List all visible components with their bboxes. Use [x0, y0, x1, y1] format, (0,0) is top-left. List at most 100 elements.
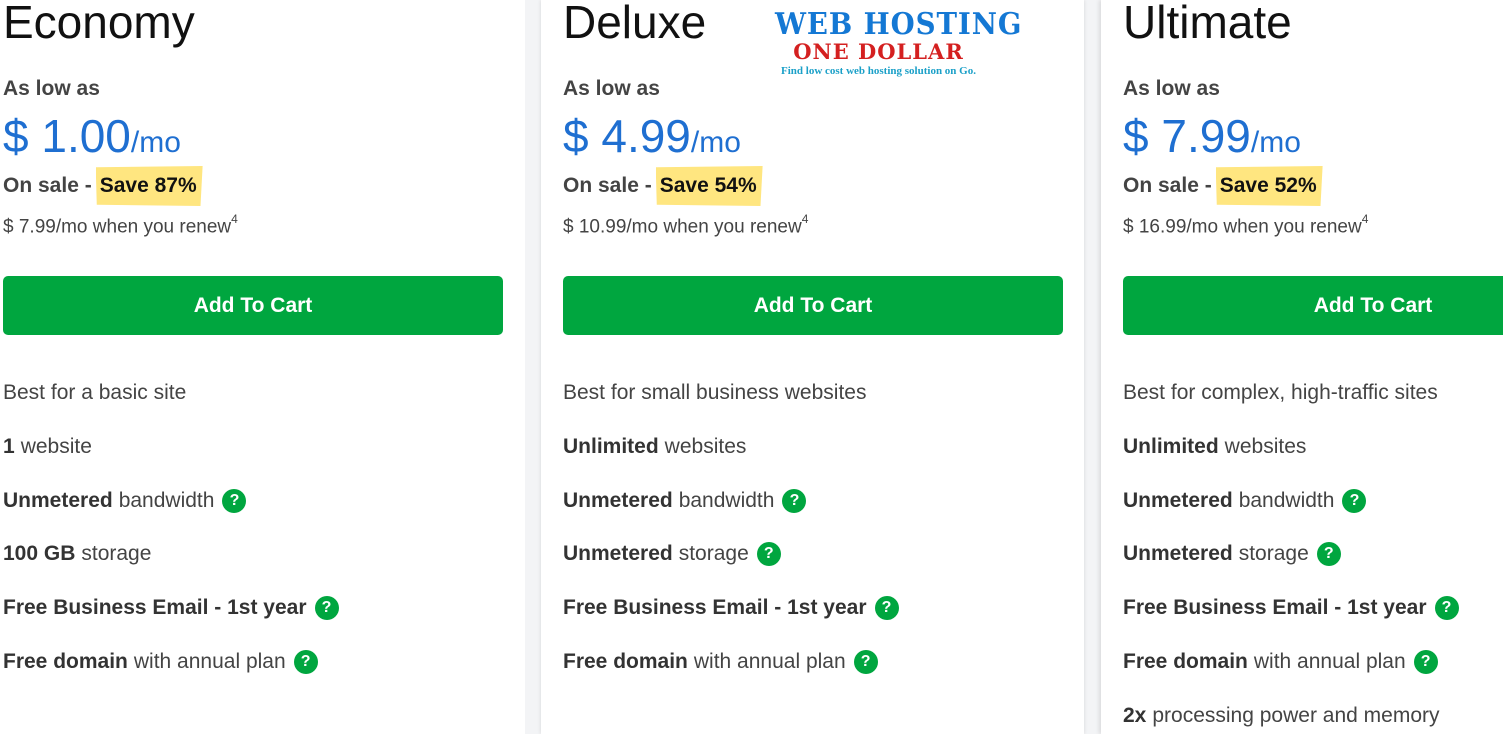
- feature-text: bandwidth: [118, 489, 215, 512]
- renew-text: $ 10.99/mo when you renew: [563, 216, 802, 238]
- price-amount: $ 7.99: [1123, 110, 1251, 162]
- add-to-cart-button[interactable]: Add To Cart: [3, 276, 503, 335]
- feature-highlight: 100 GB: [3, 542, 76, 565]
- feature-text: processing power and memory: [1152, 704, 1440, 727]
- help-question-icon[interactable]: ?: [1342, 489, 1367, 513]
- renew-text: $ 16.99/mo when you renew: [1123, 216, 1362, 238]
- price-period: /mo: [130, 126, 181, 159]
- feature-item: Unmetered storage?: [1123, 539, 1341, 569]
- feature-highlight: Free Business Email - 1st year: [1123, 596, 1427, 619]
- feature-highlight: Free domain: [563, 650, 688, 673]
- feature-highlight: Free Business Email - 1st year: [563, 596, 867, 619]
- save-badge: Save 54%: [655, 166, 763, 206]
- feature-text: storage: [81, 542, 152, 565]
- feature-text: Best for complex, high-traffic sites: [1123, 381, 1438, 404]
- feature-highlight: Unmetered: [1123, 542, 1233, 565]
- feature-text: storage: [678, 542, 749, 565]
- feature-highlight: Free domain: [1123, 650, 1248, 673]
- feature-item: Unmetered bandwidth?: [1123, 486, 1367, 516]
- feature-item: 2x processing power and memory: [1123, 701, 1440, 731]
- feature-highlight: Unmetered: [1123, 489, 1233, 512]
- sale-line: On sale - Save 87%: [3, 165, 203, 207]
- feature-item: Unmetered bandwidth?: [3, 486, 247, 516]
- feature-item: Unlimited websites: [1123, 432, 1306, 462]
- plan-name: Ultimate: [1123, 0, 1292, 48]
- feature-highlight: 2x: [1123, 704, 1147, 727]
- on-sale-label: On sale -: [1123, 174, 1212, 197]
- feature-highlight: Unlimited: [563, 435, 659, 458]
- logo-subtitle: ONE DOLLAR: [793, 39, 964, 64]
- renew-footnote: 4: [231, 212, 238, 226]
- help-question-icon[interactable]: ?: [1413, 650, 1438, 674]
- logo-title: WEB HOSTING: [775, 7, 1023, 42]
- feature-highlight: Unlimited: [1123, 435, 1219, 458]
- feature-item: Free Business Email - 1st year?: [3, 593, 339, 623]
- feature-item: Free Business Email - 1st year?: [1123, 593, 1459, 623]
- feature-text: with annual plan: [133, 650, 286, 673]
- price-period: /mo: [1250, 126, 1301, 159]
- feature-item: Free domain with annual plan?: [563, 647, 878, 677]
- feature-text: with annual plan: [1253, 650, 1406, 673]
- as-low-as-label: As low as: [563, 77, 660, 100]
- add-to-cart-button[interactable]: Add To Cart: [563, 276, 1063, 335]
- help-question-icon[interactable]: ?: [874, 596, 899, 620]
- feature-highlight: 1: [3, 435, 15, 458]
- feature-item: Free domain with annual plan?: [3, 647, 318, 677]
- feature-item: Unmetered bandwidth?: [563, 486, 807, 516]
- on-sale-label: On sale -: [563, 174, 652, 197]
- help-question-icon[interactable]: ?: [1316, 542, 1341, 566]
- renew-price: $ 16.99/mo when you renew4: [1123, 212, 1369, 238]
- plan-name: Economy: [3, 0, 195, 48]
- price-amount: $ 4.99: [563, 110, 691, 162]
- renew-price: $ 10.99/mo when you renew4: [563, 212, 809, 238]
- feature-text: with annual plan: [693, 650, 846, 673]
- feature-item: Unlimited websites: [563, 432, 746, 462]
- help-question-icon[interactable]: ?: [293, 650, 318, 674]
- pricing-page: Economy As low as $ 1.00/mo On sale - Sa…: [0, 0, 1503, 734]
- feature-text: websites: [664, 435, 747, 458]
- feature-text: Best for small business websites: [563, 381, 867, 404]
- price-period: /mo: [690, 126, 741, 159]
- feature-highlight: Unmetered: [3, 489, 113, 512]
- feature-item: Unmetered storage?: [563, 539, 781, 569]
- feature-item: Free domain with annual plan?: [1123, 647, 1438, 677]
- feature-item: Best for complex, high-traffic sites: [1123, 378, 1438, 408]
- as-low-as-label: As low as: [3, 77, 100, 100]
- help-question-icon[interactable]: ?: [314, 596, 339, 620]
- help-question-icon[interactable]: ?: [222, 489, 247, 513]
- renew-text: $ 7.99/mo when you renew: [3, 216, 232, 238]
- plan-card-ultimate: Ultimate As low as $ 7.99/mo On sale - S…: [1101, 0, 1503, 734]
- plan-card-deluxe: Deluxe As low as $ 4.99/mo On sale - Sav…: [541, 0, 1084, 734]
- help-question-icon[interactable]: ?: [853, 650, 878, 674]
- renew-price: $ 7.99/mo when you renew4: [3, 212, 238, 238]
- renew-footnote: 4: [1361, 212, 1369, 226]
- sale-line: On sale - Save 52%: [1123, 165, 1323, 207]
- feature-item: Best for a basic site: [3, 378, 186, 408]
- plan-card-economy: Economy As low as $ 1.00/mo On sale - Sa…: [0, 0, 525, 734]
- feature-text: bandwidth: [1238, 489, 1335, 512]
- feature-highlight: Unmetered: [563, 542, 673, 565]
- feature-text: website: [20, 435, 92, 458]
- add-to-cart-button[interactable]: Add To Cart: [1123, 276, 1503, 335]
- help-question-icon[interactable]: ?: [756, 542, 781, 566]
- feature-highlight: Free Business Email - 1st year: [3, 596, 307, 619]
- feature-item: 1 website: [3, 432, 92, 462]
- renew-footnote: 4: [801, 212, 809, 226]
- feature-highlight: Free domain: [3, 650, 128, 673]
- plan-name: Deluxe: [563, 0, 707, 48]
- feature-text: websites: [1224, 435, 1307, 458]
- on-sale-label: On sale -: [3, 174, 92, 197]
- web-hosting-one-dollar-logo: WEB HOSTING ONE DOLLAR Find low cost web…: [766, 7, 1023, 82]
- price-amount: $ 1.00: [3, 110, 131, 162]
- feature-item: Free Business Email - 1st year?: [563, 593, 899, 623]
- feature-highlight: Unmetered: [563, 489, 673, 512]
- save-badge: Save 52%: [1215, 166, 1323, 206]
- logo-tagline: Find low cost web hosting solution on Go…: [781, 65, 976, 77]
- save-badge: Save 87%: [95, 166, 203, 206]
- help-question-icon[interactable]: ?: [1434, 596, 1459, 620]
- sale-line: On sale - Save 54%: [563, 165, 763, 207]
- help-question-icon[interactable]: ?: [782, 489, 807, 513]
- as-low-as-label: As low as: [1123, 77, 1220, 100]
- feature-text: storage: [1238, 542, 1309, 565]
- feature-text: Best for a basic site: [3, 381, 187, 404]
